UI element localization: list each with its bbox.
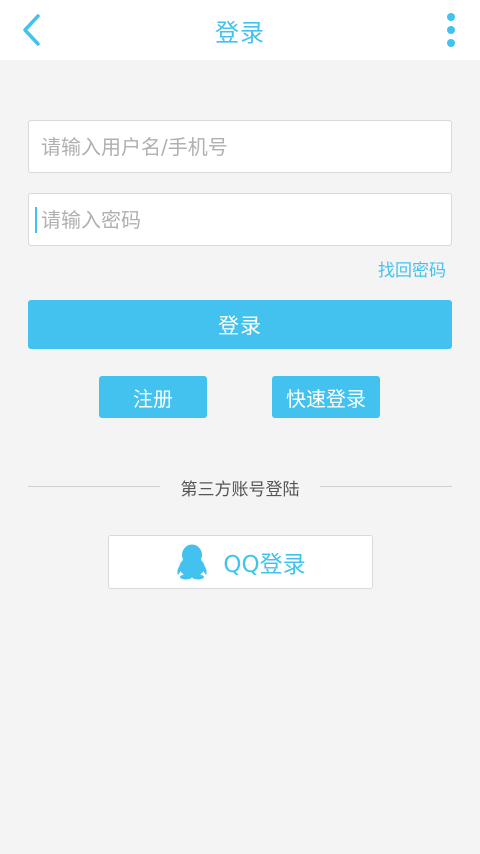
page-title: 登录 — [215, 18, 265, 47]
username-input[interactable] — [39, 121, 451, 172]
qq-penguin-icon — [175, 544, 209, 580]
text-cursor — [35, 207, 37, 233]
back-button[interactable] — [12, 10, 52, 50]
register-button[interactable]: 注册 — [99, 376, 207, 418]
third-party-divider-label: 第三方账号登陆 — [180, 480, 300, 500]
qq-login-button[interactable]: QQ登录 — [108, 535, 373, 589]
login-button[interactable]: 登录 — [28, 300, 452, 349]
quick-login-button[interactable]: 快速登录 — [272, 376, 380, 418]
top-bar: 登录 — [0, 0, 480, 60]
qq-login-label: QQ登录 — [223, 552, 306, 578]
divider-line-left — [28, 486, 160, 487]
more-vertical-icon — [447, 13, 455, 47]
password-field-container — [28, 193, 452, 246]
chevron-left-icon — [23, 14, 40, 46]
more-menu-button[interactable] — [436, 10, 466, 50]
divider-line-right — [320, 486, 452, 487]
forgot-password-link[interactable]: 找回密码 — [378, 256, 446, 281]
username-field-container — [28, 120, 452, 173]
login-screen: 登录 找回密码 登录 注册 快速登录 第三方账号登陆 — [0, 0, 480, 854]
password-input[interactable] — [39, 194, 451, 245]
